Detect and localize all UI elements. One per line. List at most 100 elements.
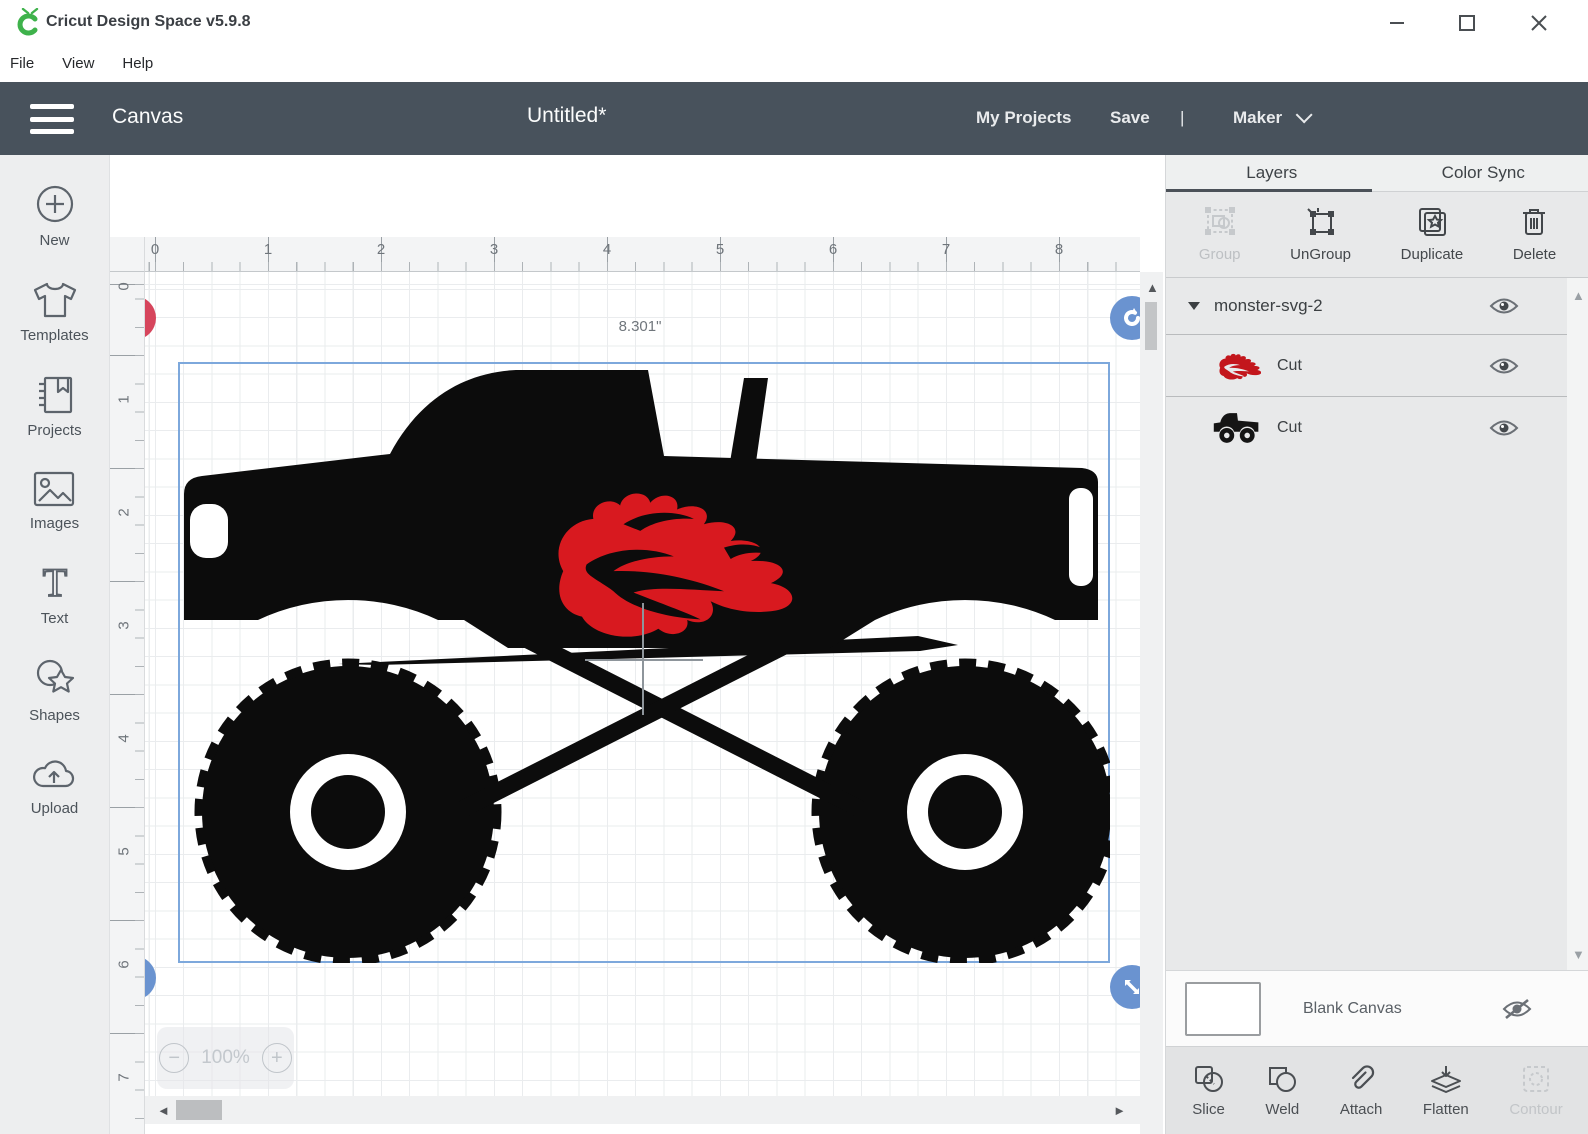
ruler-number: 5	[115, 847, 133, 856]
canvas-horizontal-scrollbar[interactable]: ◄ ►	[145, 1096, 1140, 1124]
shapes-icon	[36, 659, 74, 693]
menubar: File View Help	[0, 45, 1588, 82]
blank-canvas-label: Blank Canvas	[1303, 999, 1402, 1017]
ruler-number: 2	[115, 508, 133, 517]
ruler-number: 0	[115, 282, 133, 291]
ruler-number: 1	[263, 241, 273, 258]
ungroup-button[interactable]: UnGroup	[1290, 206, 1351, 263]
weld-icon	[1269, 1066, 1297, 1092]
ruler-number: 1	[115, 395, 133, 404]
front-notch	[190, 504, 228, 558]
chevron-down-icon	[1295, 106, 1313, 124]
save-link[interactable]: Save	[1110, 108, 1150, 128]
hamburger-menu-icon[interactable]	[30, 104, 74, 134]
monster-truck-artwork[interactable]	[178, 362, 1110, 963]
new-icon	[36, 185, 73, 223]
ruler-number: 3	[115, 621, 133, 630]
zoom-out-button[interactable]: −	[159, 1043, 190, 1073]
close-button[interactable]	[1524, 8, 1554, 38]
sidebar-item-projects[interactable]: Projects	[27, 375, 82, 439]
contour-icon	[1523, 1065, 1550, 1092]
header-divider: |	[1180, 108, 1185, 127]
vertical-ruler: 0 1 2 3 4 5 6 7	[110, 272, 145, 1134]
collapse-caret-icon[interactable]	[1188, 302, 1200, 310]
layer-label: Cut	[1277, 356, 1302, 374]
zoom-in-button[interactable]: +	[261, 1043, 292, 1073]
delete-button[interactable]: Delete	[1513, 206, 1556, 263]
selection-crosshair	[642, 603, 644, 715]
attach-paperclip-icon	[1351, 1064, 1375, 1089]
svg-text:T: T	[42, 563, 66, 603]
layer-row-flame-cut[interactable]: Cut	[1166, 334, 1567, 396]
design-canvas[interactable]: 8.301" − 100% + 0 1 2 3 4 5 6 7 8 0 1 2 …	[110, 155, 1163, 1134]
action-label: Flatten	[1422, 1100, 1469, 1118]
duplicate-button[interactable]: Duplicate	[1401, 206, 1463, 263]
width-dimension-label: 8.301"	[618, 318, 662, 335]
left-sidebar: New Templates Projects Images T Text Sha…	[0, 155, 110, 1134]
blank-canvas-row[interactable]: Blank Canvas	[1166, 970, 1588, 1046]
scroll-up-arrow-icon[interactable]: ▲	[1572, 288, 1585, 303]
rear-notch	[1069, 488, 1093, 586]
flame-layer-thumbnail	[1211, 351, 1263, 381]
canvas-vertical-scrollbar[interactable]: ▲ ▼	[1140, 272, 1163, 1134]
action-label: Delete	[1512, 246, 1557, 263]
attach-button[interactable]: Attach	[1340, 1064, 1382, 1118]
sidebar-item-shapes[interactable]: Shapes	[29, 658, 80, 724]
ruler-number: 8	[1054, 241, 1064, 258]
machine-select[interactable]: Maker	[1233, 106, 1313, 128]
text-icon: T	[41, 563, 67, 603]
weld-button[interactable]: Weld	[1265, 1064, 1299, 1118]
ruler-number: 0	[150, 241, 160, 258]
visibility-eye-icon[interactable]	[1489, 296, 1519, 316]
slice-button[interactable]: Slice	[1192, 1064, 1225, 1118]
sidebar-item-images[interactable]: Images	[30, 470, 79, 532]
tab-color-sync[interactable]: Color Sync	[1378, 155, 1588, 191]
sidebar-item-new[interactable]: New	[34, 183, 76, 249]
minimize-button[interactable]	[1382, 8, 1412, 38]
ungroup-icon	[1306, 208, 1334, 235]
action-label: Weld	[1265, 1100, 1300, 1118]
scroll-up-arrow-icon[interactable]: ▲	[1146, 280, 1159, 295]
scrollbar-thumb[interactable]	[176, 1100, 222, 1120]
tab-layers[interactable]: Layers	[1166, 155, 1378, 192]
menu-help[interactable]: Help	[122, 55, 153, 72]
visibility-eye-icon[interactable]	[1489, 418, 1519, 438]
horizontal-ruler: 0 1 2 3 4 5 6 7 8	[145, 237, 1140, 272]
slice-icon	[1194, 1065, 1223, 1092]
sidebar-item-templates[interactable]: Templates	[20, 280, 89, 344]
ruler-number: 3	[489, 241, 499, 258]
sidebar-item-label: Text	[40, 610, 69, 627]
sidebar-item-label: Templates	[20, 327, 89, 344]
scroll-left-arrow-icon[interactable]: ◄	[157, 1103, 170, 1118]
visibility-off-eye-icon[interactable]	[1501, 997, 1533, 1021]
menu-view[interactable]: View	[62, 55, 94, 72]
menu-file[interactable]: File	[10, 55, 34, 72]
panel-scrollbar[interactable]: ▲ ▼	[1567, 278, 1588, 970]
scroll-right-arrow-icon[interactable]: ►	[1113, 1103, 1126, 1118]
maximize-button[interactable]	[1452, 8, 1482, 38]
layer-row-truck-cut[interactable]: Cut	[1166, 396, 1567, 458]
roll-bar	[730, 378, 768, 462]
layer-group-row[interactable]: monster-svg-2	[1166, 278, 1567, 334]
sidebar-item-label: Upload	[30, 800, 79, 817]
group-button: Group	[1199, 206, 1241, 263]
contour-button: Contour	[1509, 1064, 1563, 1118]
sidebar-item-text[interactable]: T Text	[34, 563, 76, 627]
projects-notebook-icon	[38, 376, 72, 414]
sidebar-item-label: New	[39, 232, 70, 249]
visibility-eye-icon[interactable]	[1489, 356, 1519, 376]
layer-list: monster-svg-2 Cut Cut	[1166, 278, 1588, 970]
sidebar-item-upload[interactable]: Upload	[30, 755, 79, 817]
trash-icon	[1523, 209, 1546, 235]
document-title[interactable]: Untitled*	[527, 104, 606, 128]
my-projects-link[interactable]: My Projects	[976, 108, 1071, 128]
scroll-down-arrow-icon[interactable]: ▼	[1572, 947, 1585, 962]
left-tire	[194, 658, 502, 963]
scrollbar-thumb[interactable]	[1145, 302, 1157, 350]
flatten-button[interactable]: Flatten	[1423, 1064, 1469, 1118]
ruler-number: 7	[115, 1073, 133, 1082]
canvas-color-swatch[interactable]	[1185, 981, 1261, 1036]
duplicate-icon	[1418, 208, 1446, 236]
action-label: Contour	[1509, 1100, 1563, 1118]
cricut-logo-icon	[14, 8, 42, 38]
